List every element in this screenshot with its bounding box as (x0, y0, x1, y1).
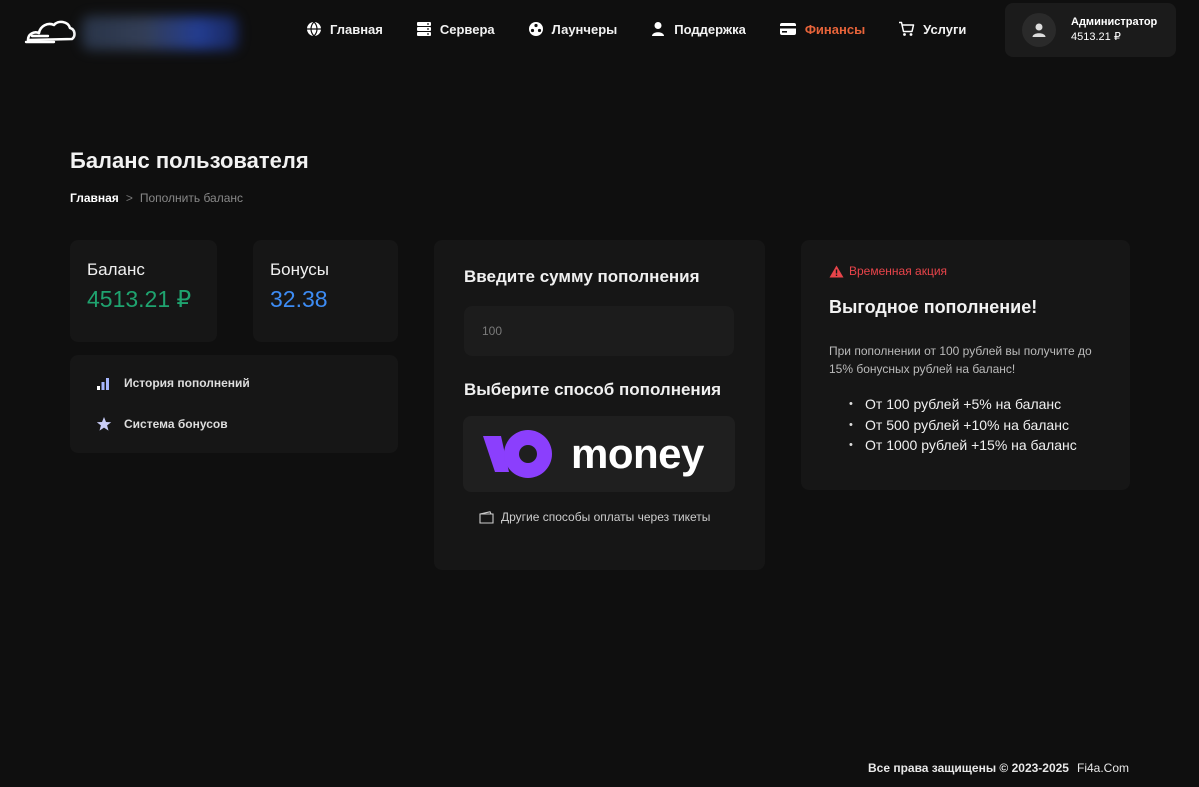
star-icon (96, 417, 112, 431)
list-item: От 500 рублей +10% на баланс (847, 415, 1077, 436)
footer-site-link[interactable]: Fi4a.Com (1077, 761, 1129, 775)
user-icon (652, 22, 665, 36)
breadcrumb-separator: > (125, 191, 133, 205)
breadcrumb-current: Пополнить баланс (139, 191, 244, 205)
finance-menu: История пополнений Система бонусов (70, 355, 398, 453)
promo-title: Выгодное пополнение! (829, 297, 1038, 317)
promo-description: При пополнении от 100 рублей вы получите… (829, 344, 1092, 376)
globe-icon (307, 21, 321, 37)
bonuses-value: 32.38 (270, 286, 328, 312)
yoomoney-logo-icon (483, 430, 552, 478)
brand-name-blurred (82, 16, 238, 50)
tickets-link-label: Другие способы оплаты через тикеты (501, 510, 711, 524)
nav-home-label: Главная (330, 21, 383, 37)
method-heading: Выберите способ пополнения (464, 380, 722, 399)
promo-card: Временная акция Выгодное пополнение! При… (801, 240, 1130, 490)
bonuses-card: Бонусы 32.38 (253, 240, 398, 342)
bonuses-label: Бонусы (270, 260, 330, 279)
cart-icon (899, 21, 915, 36)
tickets-link[interactable]: Другие способы оплаты через тикеты (479, 510, 710, 524)
avatar (1022, 13, 1056, 47)
user-menu[interactable]: Администратор 4513.21 ₽ (1005, 3, 1176, 57)
menu-bonus-system[interactable]: Система бонусов (96, 416, 372, 432)
promo-list: От 100 рублей +5% на баланс От 500 рубле… (847, 394, 1077, 456)
user-name: Администратор (1071, 16, 1158, 28)
nav-servers-label: Сервера (439, 21, 495, 37)
promo-tag: Временная акция (829, 264, 947, 278)
breadcrumb: Главная > Пополнить баланс (70, 191, 243, 205)
nav-finance-label: Финансы (804, 21, 866, 37)
nav-home[interactable]: Главная (306, 19, 383, 39)
menu-history[interactable]: История пополнений (96, 375, 372, 391)
amount-heading: Введите сумму пополнения (464, 267, 700, 286)
warning-icon (829, 265, 844, 277)
menu-bonus-system-label: Система бонусов (124, 417, 228, 431)
menu-history-label: История пополнений (124, 376, 250, 390)
user-balance: 4513.21 ₽ (1071, 31, 1121, 43)
topup-card: Введите сумму пополнения Выберите способ… (434, 240, 765, 570)
yoomoney-label: money (571, 430, 704, 477)
launcher-icon (528, 22, 543, 36)
wallet-icon (479, 510, 494, 524)
server-icon (416, 22, 431, 36)
nav-support-label: Поддержка (674, 21, 746, 37)
nav-launchers-label: Лаунчеры (551, 21, 618, 37)
balance-card: Баланс 4513.21 ₽ (70, 240, 217, 342)
nav-services-label: Услуги (923, 21, 967, 37)
amount-input[interactable] (464, 306, 734, 356)
balance-value: 4513.21 ₽ (87, 286, 192, 312)
nav-launchers[interactable]: Лаунчеры (528, 19, 618, 39)
logo[interactable] (24, 14, 76, 46)
bar-chart-icon (97, 378, 109, 390)
footer-rights: Все права защищены © 2023-2025 (867, 761, 1069, 775)
nav-services[interactable]: Услуги (898, 19, 966, 39)
balance-label: Баланс (87, 260, 145, 279)
promo-tag-label: Временная акция (849, 264, 948, 278)
user-avatar-icon (1032, 23, 1046, 37)
nav-support[interactable]: Поддержка (650, 19, 746, 39)
list-item: От 1000 рублей +15% на баланс (847, 435, 1077, 456)
nav-finance[interactable]: Финансы (779, 19, 865, 39)
list-item: От 100 рублей +5% на баланс (847, 394, 1077, 415)
yoomoney-button[interactable]: money (463, 416, 735, 492)
main-nav: Главная Сервера Лаунчеры Поддержка Финан… (306, 19, 966, 39)
nav-servers[interactable]: Сервера (416, 19, 495, 39)
credit-card-icon (779, 23, 796, 35)
breadcrumb-home[interactable]: Главная (70, 191, 119, 205)
footer: Все права защищены © 2023-2025 Fi4a.Com (868, 761, 1129, 775)
page-title: Баланс пользователя (70, 148, 309, 173)
